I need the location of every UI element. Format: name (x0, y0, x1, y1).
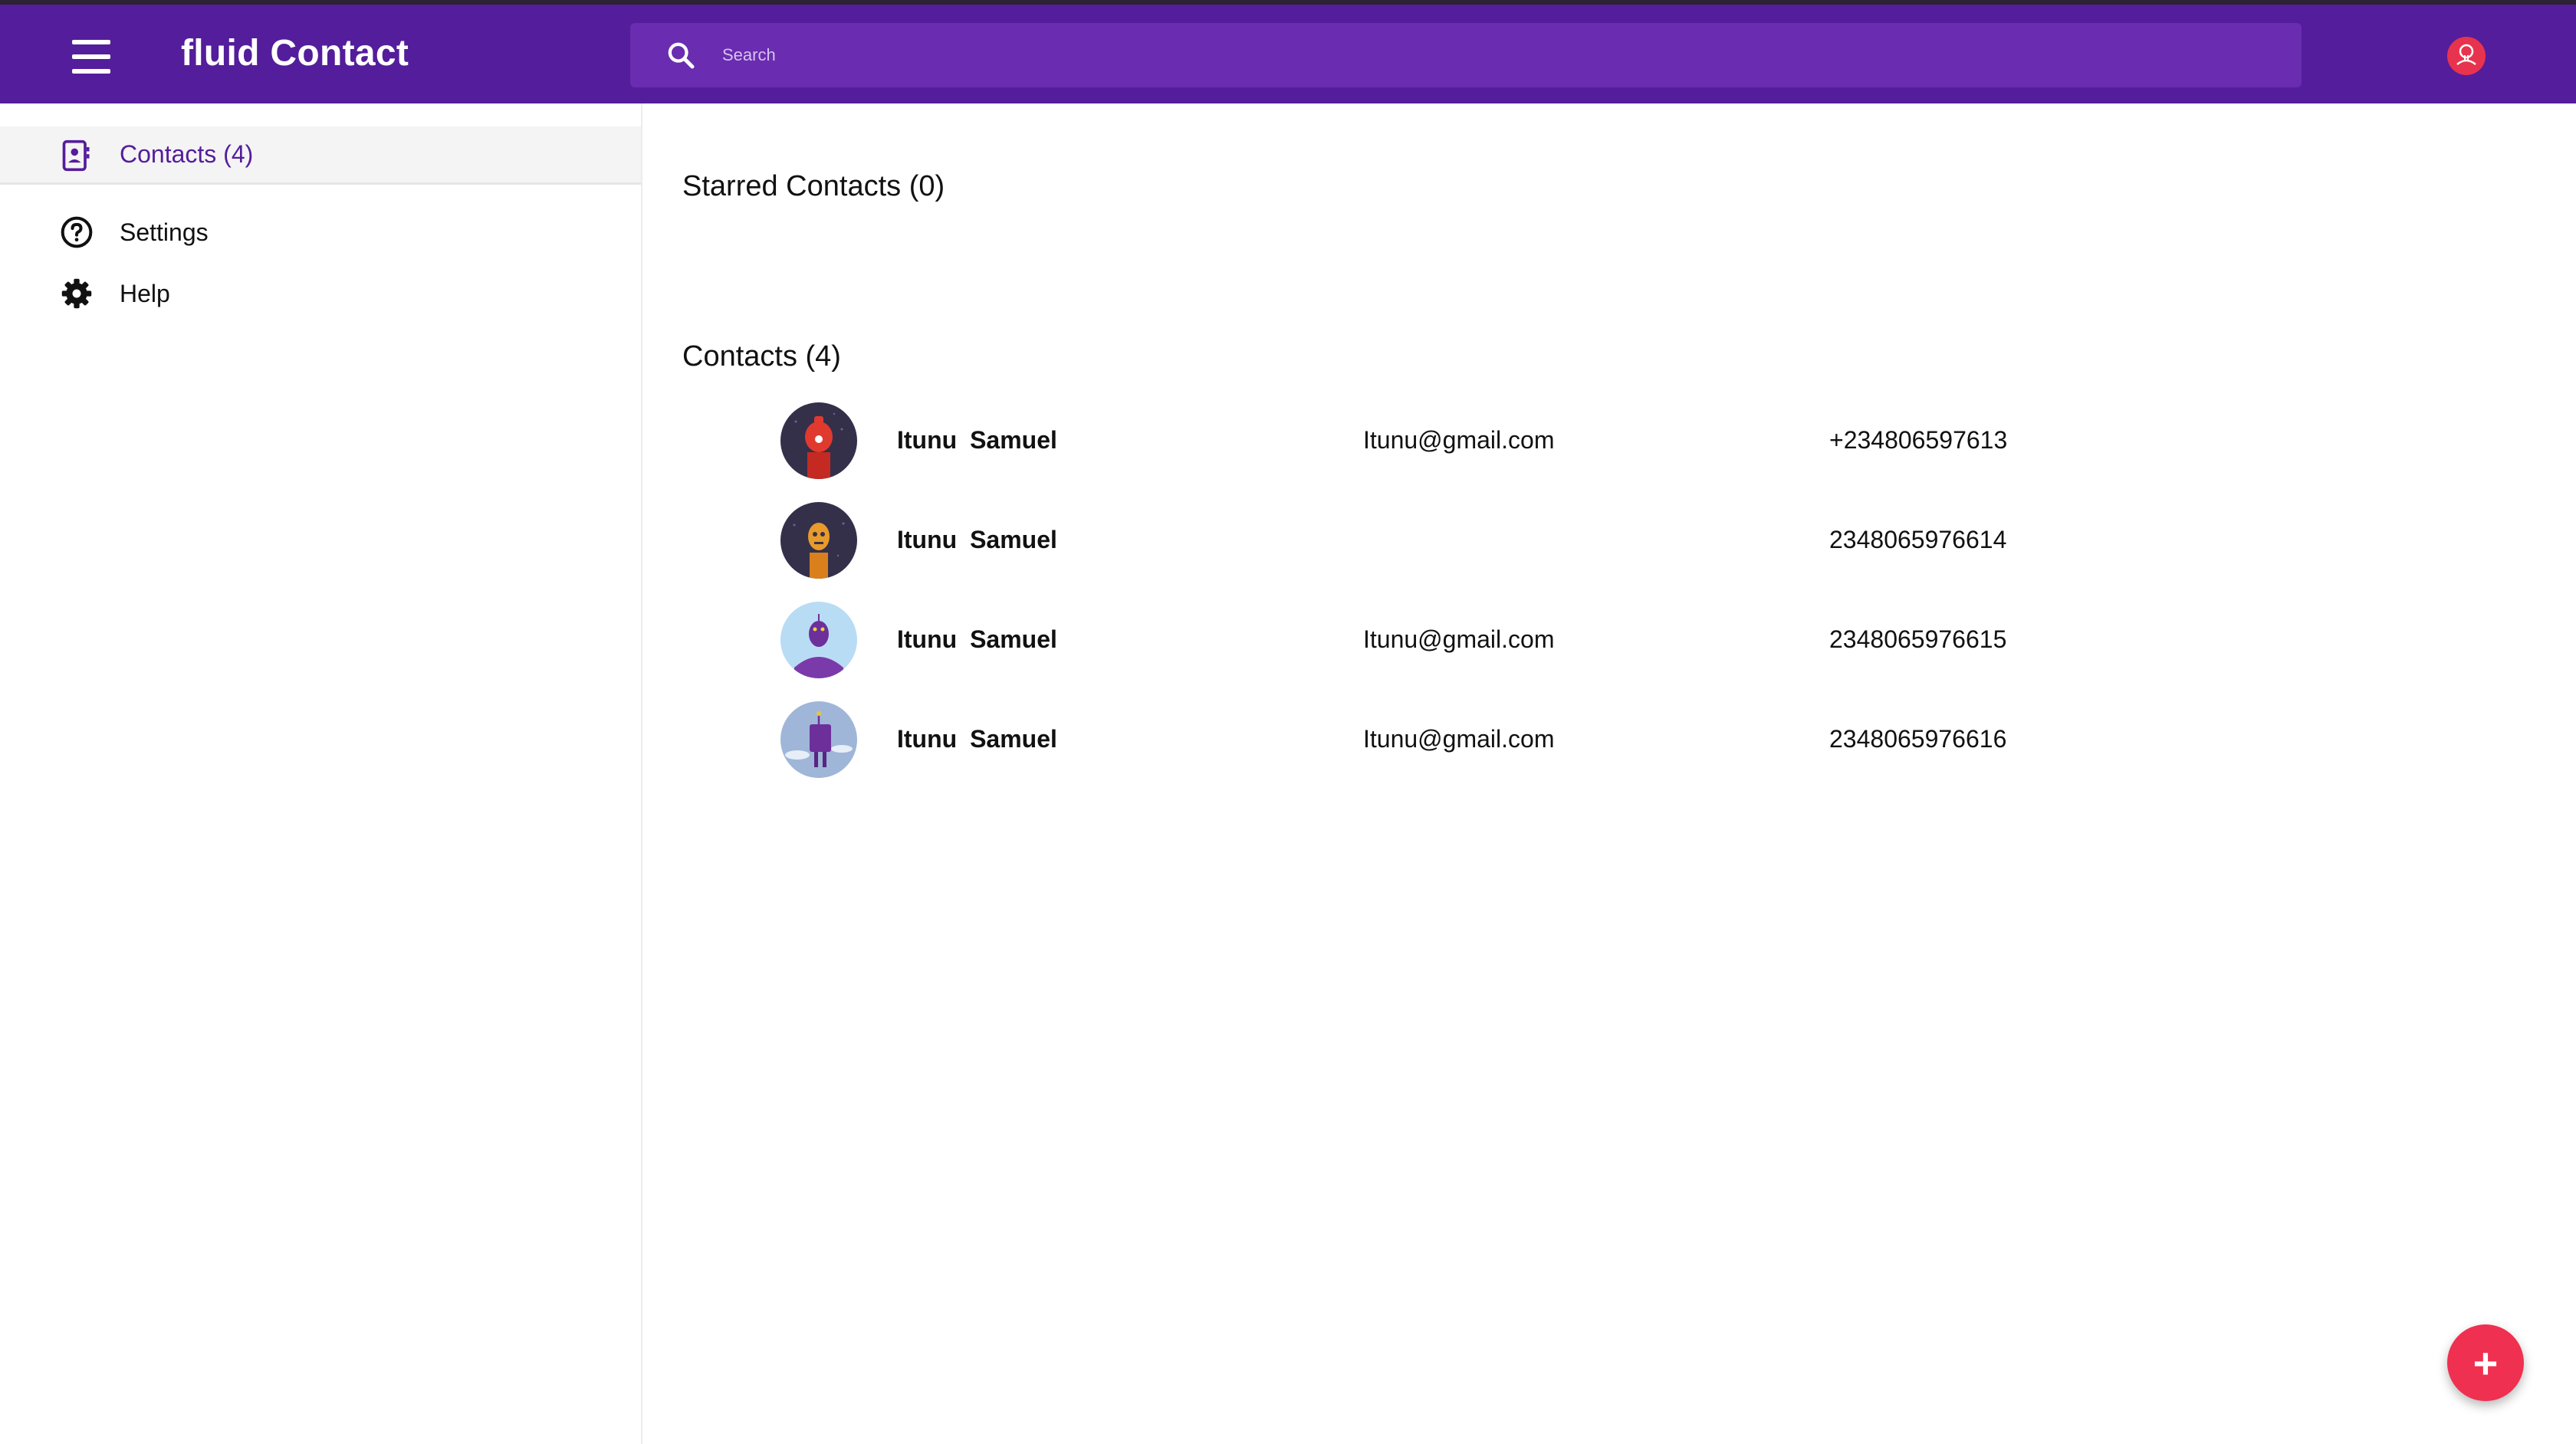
contact-phone: 2348065976615 (1829, 625, 2007, 653)
sidebar: Contacts (4) Settings Help (0, 103, 642, 1444)
sidebar-item-label: Contacts (4) (120, 140, 254, 168)
contact-name: Itunu Samuel (897, 725, 1057, 753)
contact-row[interactable]: Itunu Samuel Itunu@gmail.com 23480659766… (767, 697, 2300, 782)
contacts-heading: Contacts (4) (682, 340, 841, 372)
contact-name: Itunu Samuel (897, 426, 1057, 454)
contact-phone: +234806597613 (1829, 426, 2008, 454)
contact-email: Itunu@gmail.com (1363, 725, 1555, 753)
contact-email: Itunu@gmail.com (1363, 426, 1555, 454)
contact-phone: 2348065976616 (1829, 725, 2007, 753)
robot-box-avatar (780, 701, 857, 778)
contact-phone: 2348065976614 (1829, 526, 2007, 553)
sidebar-item-settings[interactable]: Settings (0, 205, 641, 259)
robot-purple-avatar (780, 602, 857, 678)
sidebar-item-contacts[interactable]: Contacts (4) (0, 126, 641, 185)
contact-row[interactable]: Itunu Samuel Itunu@gmail.com 23480659766… (767, 598, 2300, 682)
user-icon (2456, 44, 2476, 65)
gear-icon (61, 278, 92, 309)
app-title: fluid Contact (181, 33, 409, 74)
app-bar: fluid Contact (0, 5, 2576, 103)
sidebar-item-help[interactable]: Help (0, 267, 641, 320)
add-contact-button[interactable]: + (2447, 1324, 2524, 1401)
contact-row[interactable]: Itunu Samuel 2348065976614 (767, 498, 2300, 583)
account-avatar[interactable] (2447, 37, 2486, 75)
contact-name: Itunu Samuel (897, 526, 1057, 553)
contact-name: Itunu Samuel (897, 625, 1057, 653)
sidebar-item-label: Settings (120, 218, 209, 246)
hamburger-menu-icon[interactable] (72, 40, 110, 74)
contact-row[interactable]: Itunu Samuel Itunu@gmail.com +2348065976… (767, 399, 2300, 483)
help-circle-icon (61, 216, 93, 248)
robot-orange-avatar (780, 502, 857, 579)
search-input[interactable] (722, 23, 2256, 87)
sidebar-item-label: Help (120, 279, 170, 307)
contacts-icon (62, 139, 90, 172)
contact-email: Itunu@gmail.com (1363, 625, 1555, 653)
search-bar[interactable] (630, 23, 2302, 87)
robot-red-avatar (780, 402, 857, 479)
search-icon (668, 42, 695, 69)
starred-contacts-heading: Starred Contacts (0) (682, 170, 945, 202)
